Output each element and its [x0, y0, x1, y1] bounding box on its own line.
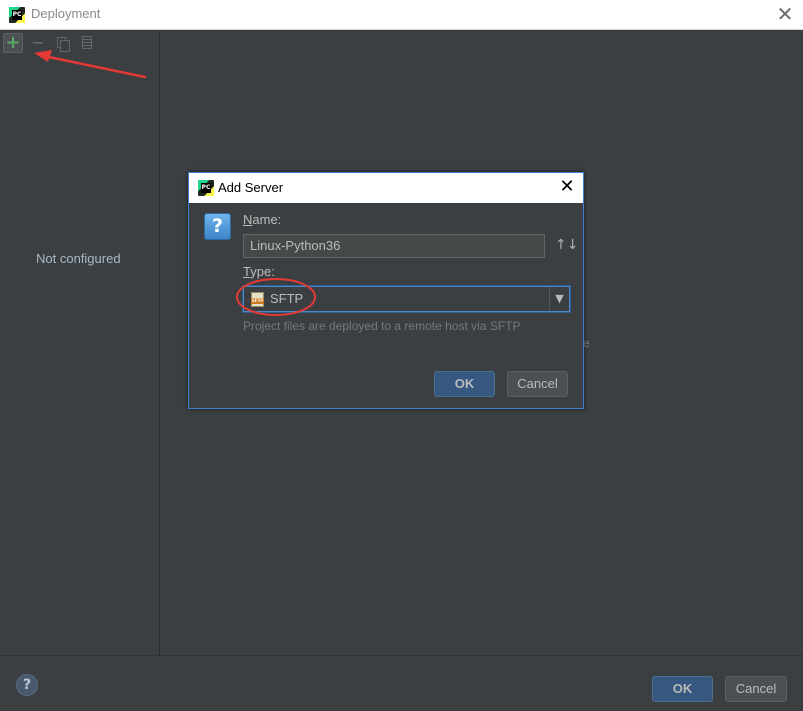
cancel-button[interactable]: Cancel: [725, 676, 787, 702]
window-close-icon[interactable]: ✕: [776, 4, 794, 24]
copy-icon[interactable]: [52, 33, 72, 53]
footer-divider: [0, 655, 803, 656]
pycharm-logo-icon: [9, 7, 25, 23]
server-type-value: SFTP: [270, 291, 304, 306]
server-type-select[interactable]: SFTP ▼: [243, 286, 570, 312]
plus-icon[interactable]: +: [3, 33, 23, 53]
dialog-title: Add Server: [218, 180, 284, 195]
window-title: Deployment: [31, 6, 101, 21]
sftp-icon: [251, 292, 264, 307]
type-label: Type:: [243, 264, 275, 279]
dialog-title-bar: Add Server ✕: [189, 173, 583, 203]
truncated-background-text: e: [583, 336, 590, 350]
dialog-cancel-button[interactable]: Cancel: [507, 371, 568, 397]
empty-state-text: Not configured: [36, 251, 121, 266]
minus-icon[interactable]: −: [28, 33, 48, 53]
question-icon: ?: [204, 213, 231, 240]
pycharm-logo-icon: [198, 180, 214, 196]
help-icon[interactable]: ?: [16, 674, 38, 696]
chevron-down-icon[interactable]: ▼: [549, 287, 569, 311]
sort-icon[interactable]: ↑↓: [555, 236, 578, 254]
dialog-close-icon[interactable]: ✕: [558, 178, 576, 196]
add-server-dialog: Add Server ✕ ? Name: Linux-Python36 ↑↓ T…: [188, 172, 584, 409]
server-name-input[interactable]: Linux-Python36: [243, 234, 545, 258]
server-list-panel: + − Not configured: [0, 31, 160, 655]
deployment-window: Deployment ✕ + − Not configured e ? OK C…: [0, 0, 803, 711]
name-label: Name:: [243, 212, 282, 227]
use-as-default-icon[interactable]: [77, 33, 97, 53]
ok-button[interactable]: OK: [652, 676, 713, 702]
dialog-ok-button[interactable]: OK: [434, 371, 495, 397]
server-list-toolbar: + −: [0, 31, 160, 55]
type-description: Project files are deployed to a remote h…: [243, 319, 521, 333]
window-title-bar: Deployment ✕: [0, 0, 803, 30]
